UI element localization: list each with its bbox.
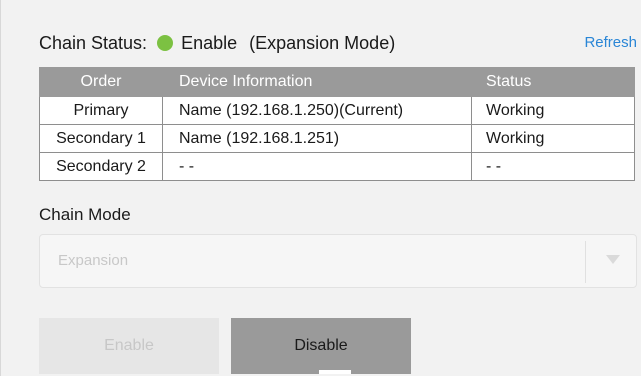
table-row: Secondary 1 Name (192.168.1.251) Working: [39, 124, 635, 153]
select-divider: [585, 241, 586, 283]
cell-order: Secondary 2: [39, 152, 163, 181]
chain-status-label: Chain Status:: [39, 32, 148, 53]
chain-mode-select[interactable]: Expansion: [39, 234, 637, 288]
column-header-order: Order: [39, 67, 163, 97]
cell-order: Primary: [39, 96, 163, 125]
column-header-device-information: Device Information: [162, 67, 472, 97]
refresh-link[interactable]: Refresh: [584, 34, 637, 51]
cell-device: Name (192.168.1.250)(Current): [162, 96, 472, 125]
disable-button[interactable]: Disable: [231, 318, 411, 374]
focus-underline: [319, 370, 351, 374]
cell-device: Name (192.168.1.251): [162, 124, 472, 153]
chain-status-value: Enable: [181, 32, 238, 53]
chain-status-row: Chain Status: Enable (Expansion Mode) Re…: [39, 30, 641, 56]
table-row: Secondary 2 - - - -: [39, 152, 635, 181]
chain-mode-label: Chain Mode: [39, 205, 131, 224]
enable-button[interactable]: Enable: [39, 318, 219, 374]
chain-device-table: Order Device Information Status Primary …: [39, 67, 635, 181]
chain-mode-selected-value: Expansion: [58, 252, 129, 269]
cell-device: - -: [162, 152, 472, 181]
disable-button-label: Disable: [294, 337, 348, 354]
status-ok-icon: [157, 35, 174, 51]
cell-status: Working: [471, 96, 635, 125]
cell-order: Secondary 1: [39, 124, 163, 153]
chevron-down-icon[interactable]: [606, 255, 620, 264]
enable-button-label: Enable: [104, 337, 154, 354]
cell-status: Working: [471, 124, 635, 153]
chain-settings-panel: Chain Status: Enable (Expansion Mode) Re…: [0, 0, 641, 376]
table-header-row: Order Device Information Status: [39, 67, 635, 97]
table-row: Primary Name (192.168.1.250)(Current) Wo…: [39, 96, 635, 125]
column-header-status: Status: [471, 67, 635, 97]
chain-mode-text: (Expansion Mode): [249, 32, 396, 53]
cell-status: - -: [471, 152, 635, 181]
